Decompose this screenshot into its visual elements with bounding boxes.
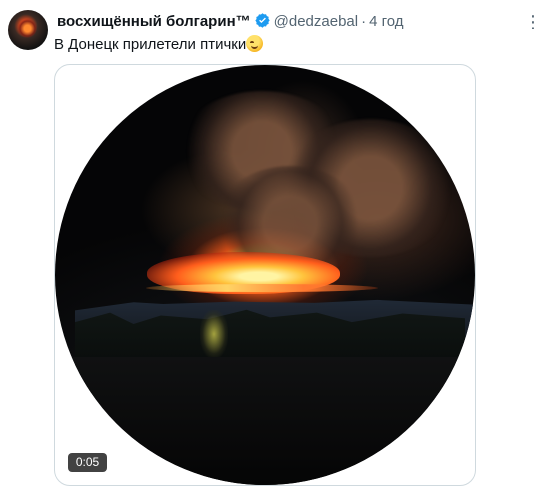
- dark-ground: [55, 357, 475, 485]
- tweet: восхищённый болгарин™ @dedzaebal · 4 год ⋮ …: [0, 0, 536, 488]
- more-options-icon[interactable]: ⋮: [524, 15, 536, 29]
- video-card[interactable]: 0:05: [54, 64, 476, 486]
- tweet-text: В Донецк прилетели птички: [54, 35, 264, 55]
- author-handle[interactable]: @dedzaebal: [274, 13, 358, 30]
- tweet-header: восхищённый болгарин™ @dedzaebal · 4 год: [57, 12, 404, 32]
- verified-badge-icon: [254, 12, 271, 29]
- smiling-face-icon: [246, 35, 264, 52]
- tweet-time[interactable]: 4 год: [369, 13, 403, 30]
- video-duration-badge: 0:05: [68, 453, 107, 472]
- video-preview[interactable]: [55, 65, 475, 485]
- author-avatar[interactable]: [8, 10, 48, 50]
- author-name[interactable]: восхищённый болгарин™: [57, 13, 251, 30]
- street-light-glow: [200, 310, 228, 358]
- metadata-separator: ·: [361, 13, 367, 30]
- fire-line: [146, 284, 378, 292]
- tweet-message: В Донецк прилетели птички: [54, 36, 247, 53]
